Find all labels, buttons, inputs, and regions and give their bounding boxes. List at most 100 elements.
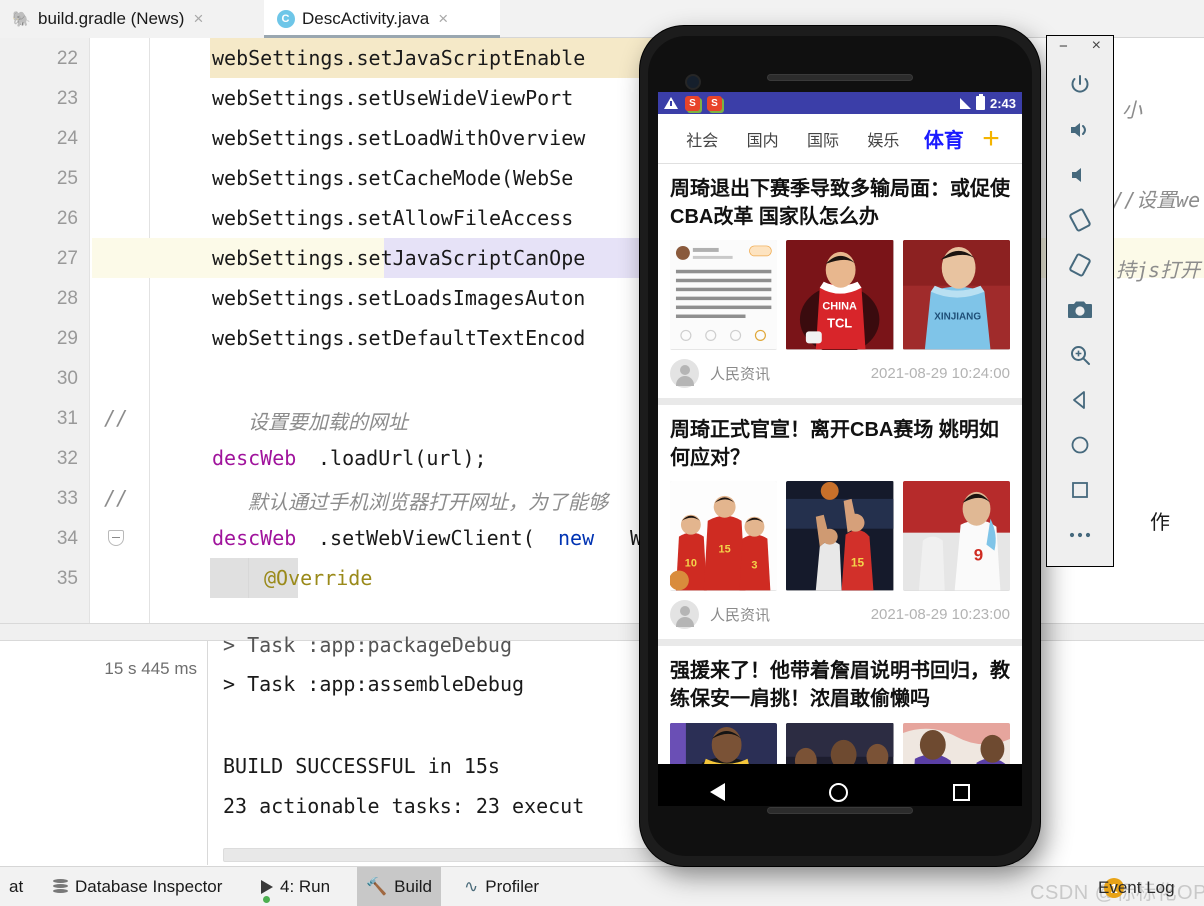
console-line: BUILD SUCCESSFUL in 15s [223,754,500,778]
line-text: webSettings.setLoadsImagesAuton [212,286,586,310]
news-thumbnails: 10 15 3 15 9 [670,481,1010,592]
close-icon[interactable]: × [438,9,448,29]
android-emulator-window[interactable]: S S 2:43 社会 国内 国际 娱乐 体育 + 周琦退出下赛季导致多输局面：… [640,26,1040,866]
news-date: 2021-08-29 10:23:00 [870,606,1010,624]
code-fragment: 持js打开 [1116,258,1201,282]
status-right-group: 2:43 [959,93,1016,111]
build-task-tree[interactable]: 15 s 445 ms [0,641,208,865]
add-category-icon[interactable]: + [974,123,1008,154]
line-text: webSettings.setLoadWithOverview [212,126,586,150]
category-tab-shehui[interactable]: 社会 [672,127,732,151]
recents-icon[interactable] [952,783,970,801]
annotation-override: @Override [264,566,373,590]
overview-icon[interactable] [1047,467,1113,512]
power-icon[interactable] [1047,62,1113,107]
status-item-label: Build [394,877,432,896]
bottom-speaker [767,807,913,814]
volume-up-icon[interactable] [1047,107,1113,152]
volume-down-icon[interactable] [1047,152,1113,197]
emulator-side-toolbar[interactable]: − × [1046,35,1114,567]
identifier: descWeb [212,446,297,470]
line-number: 33 [56,488,78,509]
rotate-left-icon[interactable] [1047,197,1113,242]
line-text: .setWebViewClient( [318,526,535,550]
avatar [670,600,699,630]
home-icon[interactable] [1047,422,1113,467]
news-title: 周琦退出下赛季导致多输局面：或促使CBA改革 国家队怎么办 [670,178,1010,228]
earpiece-speaker [767,74,913,81]
close-icon[interactable]: × [1092,37,1101,55]
line-number: 22 [56,48,78,69]
news-thumbnails: CHINA TCL XINJIANG [670,240,1010,351]
news-list-item[interactable]: 周琦正式官宣！离开CBA赛场 姚明如何应对？ 10 15 3 15 9 人民资讯… [658,405,1022,640]
java-class-icon: C [276,10,295,29]
line-number: 28 [56,288,78,309]
line-number: 32 [56,448,78,469]
editor-tab-build-gradle[interactable]: 🐘 build.gradle (News) × [0,0,264,38]
build-duration: 15 s 445 ms [104,659,197,678]
svg-text:15: 15 [719,544,731,556]
status-item-build[interactable]: 🔨 Build [357,867,441,906]
console-line: > Task :app:packageDebug [223,633,512,657]
status-item-label: at [9,877,24,896]
news-thumbnails: LAKERS [670,722,1010,764]
line-number: 34 [56,528,78,549]
minimize-icon[interactable]: − [1059,38,1068,55]
line-number: 31 [56,408,78,429]
svg-text:3: 3 [751,560,757,572]
status-item-logcat[interactable]: at [0,867,32,906]
editor-tab-label: build.gradle (News) [38,9,185,28]
news-thumb-weibo-screenshot [670,240,778,351]
status-item-label: Profiler [485,877,540,896]
rotate-right-icon[interactable] [1047,242,1113,287]
console-line: > Task :app:assembleDebug [223,672,525,696]
close-icon[interactable]: × [193,9,203,29]
zoom-icon[interactable] [1047,332,1113,377]
news-thumb-player-9-white: 9 [902,481,1010,592]
category-tab-guonei[interactable]: 国内 [732,127,792,151]
emulator-screen[interactable]: S S 2:43 社会 国内 国际 娱乐 体育 + 周琦退出下赛季导致多输局面：… [658,92,1022,806]
svg-text:10: 10 [685,558,697,570]
category-tab-guoji[interactable]: 国际 [793,127,853,151]
code-fragment: //设置we [1112,188,1201,212]
line-text: webSettings.setAllowFileAccess [212,206,574,230]
comment-marker: // [104,406,129,430]
back-icon[interactable] [710,783,726,801]
more-icon[interactable] [1047,512,1113,557]
news-thumb-lakers-rondo: LAKERS LAKERS 22 3 [786,722,894,764]
status-item-database-inspector[interactable]: Database Inspector [44,867,231,906]
back-icon[interactable] [1047,377,1113,422]
sogou-icon-2: S [707,95,722,111]
code-fragment: 小 [1122,98,1142,122]
editor-tab-descactivity[interactable]: C DescActivity.java × [264,0,500,38]
news-thumb-three-players-red: 10 15 3 [670,481,778,592]
home-icon[interactable] [829,782,849,802]
status-clock: 2:43 [989,95,1016,111]
news-thumb-layup-action: 15 [786,481,894,592]
console-line: 23 actionable tasks: 23 execut [223,794,585,818]
editor-tab-label: DescActivity.java [302,9,430,28]
status-item-label: Database Inspector [75,877,223,896]
news-category-tabs[interactable]: 社会 国内 国际 娱乐 体育 + [658,114,1022,164]
news-date: 2021-08-29 10:24:00 [870,365,1010,383]
category-tab-yule[interactable]: 娱乐 [853,127,913,151]
android-status-bar: S S 2:43 [658,92,1022,114]
comment-text: 默认通过手机浏览器打开网址，为了能够 [248,490,608,514]
identifier: descWeb [212,526,297,550]
news-list-item[interactable]: 强援来了！他带着詹眉说明书回归，教练保安一肩挑！浓眉敢偷懒吗 LAKERS [658,646,1022,764]
code-fold-icon[interactable] [108,530,124,546]
camera-icon[interactable] [1047,287,1113,332]
signal-icon [959,97,971,109]
status-item-profiler[interactable]: ∿ Profiler [455,867,548,906]
status-item-run[interactable]: 4: Run [252,867,339,906]
android-navigation-bar[interactable] [658,764,1022,806]
news-list[interactable]: 周琦退出下赛季导致多输局面：或促使CBA改革 国家队怎么办 CHINA TCL … [658,164,1022,764]
event-log-label[interactable]: Event Log [1098,878,1175,898]
hammer-icon: 🔨 [366,877,388,896]
news-list-item[interactable]: 周琦退出下赛季导致多输局面：或促使CBA改革 国家队怎么办 CHINA TCL … [658,164,1022,399]
category-tab-tiyu[interactable]: 体育 [914,124,974,153]
line-number: 29 [56,328,78,349]
profiler-icon: ∿ [464,877,479,896]
gradle-elephant-icon: 🐘 [12,10,31,28]
line-number: 27 [56,248,78,269]
